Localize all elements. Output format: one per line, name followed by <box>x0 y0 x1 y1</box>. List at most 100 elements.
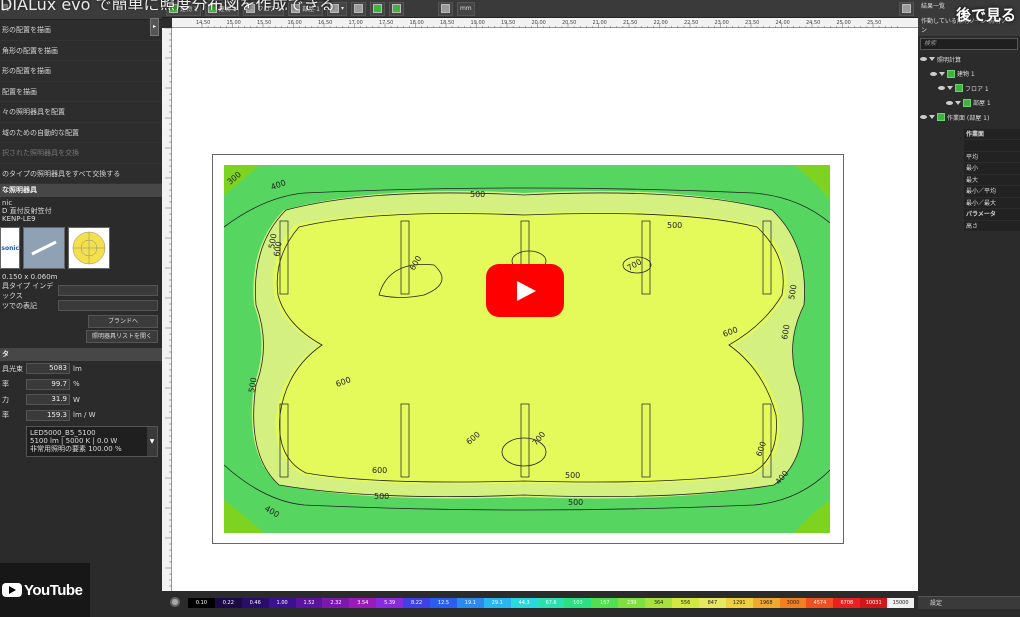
node-icon <box>955 84 963 93</box>
legend-value: 1968 <box>752 598 780 608</box>
property-row: 最小／最大 <box>964 198 1020 209</box>
eye-icon[interactable] <box>938 86 945 91</box>
tree-item[interactable]: 部屋 1 <box>918 96 1020 111</box>
fixture-info: nic D 直付反射笠付 KENP-LE9 <box>0 197 162 225</box>
ruler-tick-label: 24.00 <box>776 20 790 26</box>
property-row: パラメータ <box>964 209 1020 221</box>
brand-logo: sonic <box>0 227 20 269</box>
results-search-input[interactable]: 検索 <box>920 38 1018 50</box>
tree-item[interactable]: 作業面 (部屋 1) <box>918 110 1020 125</box>
property-row <box>964 140 1020 152</box>
legend-value: 157 <box>591 598 619 608</box>
ruler-vertical-ticks <box>165 27 172 587</box>
tool-panel: 具 ▸ 形の配置を描画 角形の配置を描画 形の配置を描画 配置を描画 々の照明器具を配置… <box>0 0 162 617</box>
dropdown-arrow-icon[interactable]: ▼ <box>147 427 157 456</box>
param-section-header: タ <box>0 348 162 361</box>
ruler-tick-label: 21.00 <box>593 20 607 26</box>
expand-arrow-icon[interactable] <box>955 100 961 105</box>
tree-item[interactable]: フロア 1 <box>918 81 1020 96</box>
legend-value: 3000 <box>779 598 807 608</box>
legend-value: 1291 <box>725 598 753 608</box>
type-index-input[interactable] <box>58 285 158 296</box>
legend-value: 103 <box>564 598 592 608</box>
legend-value: 8.22 <box>403 598 431 608</box>
param-unit: lm <box>73 364 82 373</box>
youtube-logo[interactable]: YouTube <box>0 563 90 617</box>
action-item[interactable]: 域のための自動的な配置 <box>0 122 162 143</box>
expand-arrow-icon[interactable] <box>929 115 935 120</box>
isoline-label: 500 <box>374 492 389 501</box>
open-catalog-button[interactable]: 照明器具リストを開く <box>86 330 158 343</box>
expand-arrow-icon[interactable] <box>939 71 945 76</box>
action-item[interactable]: のタイプの照明器具をすべて交換する <box>0 163 162 184</box>
panel-scroll-button[interactable]: ▸ <box>150 18 159 36</box>
action-item[interactable]: 形の配置を描画 <box>0 20 162 41</box>
legend-value: 15000 <box>887 598 915 608</box>
action-item[interactable]: 々の照明器具を配置 <box>0 102 162 123</box>
gear-icon[interactable] <box>170 597 180 607</box>
ruler-tick-label: 16.50 <box>318 20 332 26</box>
ruler-tick-label: 22.00 <box>654 20 668 26</box>
tree-item[interactable]: 照明計算 <box>918 52 1020 67</box>
video-title: DIALux evo で簡単に照度分布図を作成できる <box>0 0 336 10</box>
ruler-ticks: 14.50 15.00 15.50 16.00 16.50 17.00 17.50 18.00… <box>196 20 898 28</box>
action-item[interactable]: 形の配置を描画 <box>0 61 162 82</box>
legend-scale: 0.10 0.22 0.46 1.00 1.52 2.32 3.54 5.39 8.22 12.5… <box>188 598 915 608</box>
isoline-label: 500 <box>470 190 485 199</box>
param-row: 具光束 5083 lm <box>0 361 162 377</box>
ruler-tick-label: 15.00 <box>227 20 241 26</box>
legend-value: 364 <box>645 598 673 608</box>
property-row: 作業面 <box>964 129 1020 140</box>
monitor-button[interactable] <box>899 1 914 16</box>
ruler-tick-label: 19.00 <box>471 20 485 26</box>
notation-input[interactable] <box>58 300 158 311</box>
illuminance-distribution-map[interactable]: 300 4005005005006006006007005006006005005… <box>224 165 830 533</box>
fixture-thumbnails: sonic <box>0 225 162 271</box>
eye-icon[interactable] <box>920 57 927 62</box>
fixture-image[interactable] <box>23 227 65 269</box>
light-distribution-image[interactable] <box>68 227 110 269</box>
watch-later-button[interactable]: 後で見る <box>956 4 1016 25</box>
node-icon <box>963 98 971 107</box>
ruler-tick-label: 23.50 <box>745 20 759 26</box>
param-row: 力 31.9 W <box>0 392 162 408</box>
param-value[interactable]: 31.9 <box>26 394 70 406</box>
fixture-manufacturer: nic <box>2 199 13 207</box>
settings-footer[interactable]: 設定 <box>918 596 1020 609</box>
node-icon <box>937 113 945 122</box>
brand-button[interactable]: ブランドへ <box>88 315 158 328</box>
action-item[interactable]: 配置を描画 <box>0 81 162 102</box>
legend-value: 5.39 <box>376 598 404 608</box>
tree-item[interactable]: 建物 1 <box>918 67 1020 82</box>
eye-icon[interactable] <box>946 100 953 105</box>
expand-arrow-icon[interactable] <box>929 57 935 62</box>
youtube-play-icon <box>2 583 22 597</box>
ruler-tick-label: 17.00 <box>349 20 363 26</box>
action-item[interactable]: 角形の配置を描画 <box>0 40 162 61</box>
ruler-horizontal: 14.50 15.00 15.50 16.00 16.50 17.00 17.50 18.00… <box>172 18 918 28</box>
legend-value: 239 <box>618 598 646 608</box>
fixture-type: D 直付反射笠付 <box>2 207 52 215</box>
eye-icon[interactable] <box>920 115 927 120</box>
eye-icon[interactable] <box>930 71 937 76</box>
lamp-emergency: 非常用照明の要素 100.00 % <box>30 445 122 453</box>
results-tree: 照明計算建物 1 フロア 1 部屋 1 作業面 (部屋 1) <box>918 52 1020 125</box>
tree-item-label: 建物 1 <box>957 71 975 79</box>
tree-item-label: 照明計算 <box>937 56 962 64</box>
lamp-name: LED5000_B5_5100 <box>30 429 96 437</box>
ruler-tick-label: 20.00 <box>532 20 546 26</box>
video-play-button[interactable] <box>486 264 564 317</box>
legend-value: 12.5 <box>430 598 457 608</box>
tree-item-label: 作業面 (部屋 1) <box>947 114 990 122</box>
ruler-tick-label: 14.50 <box>196 20 210 26</box>
param-value[interactable]: 159.3 <box>26 409 70 421</box>
ruler-tick-label: 17.50 <box>379 20 393 26</box>
action-list: 形の配置を描画 角形の配置を描画 形の配置を描画 配置を描画 々の照明器具を配置 域のため… <box>0 20 162 184</box>
legend-value: 556 <box>672 598 699 608</box>
param-value[interactable]: 99.7 <box>26 378 70 390</box>
lamp-selector[interactable]: LED5000_B5_5100 5100 lm | 5000 K | 0.0 W… <box>26 426 158 457</box>
action-item[interactable]: 択された照明器具を交換 <box>0 143 162 164</box>
ruler-tick-label: 21.50 <box>623 20 637 26</box>
param-value[interactable]: 5083 <box>26 363 70 375</box>
expand-arrow-icon[interactable] <box>947 86 953 91</box>
